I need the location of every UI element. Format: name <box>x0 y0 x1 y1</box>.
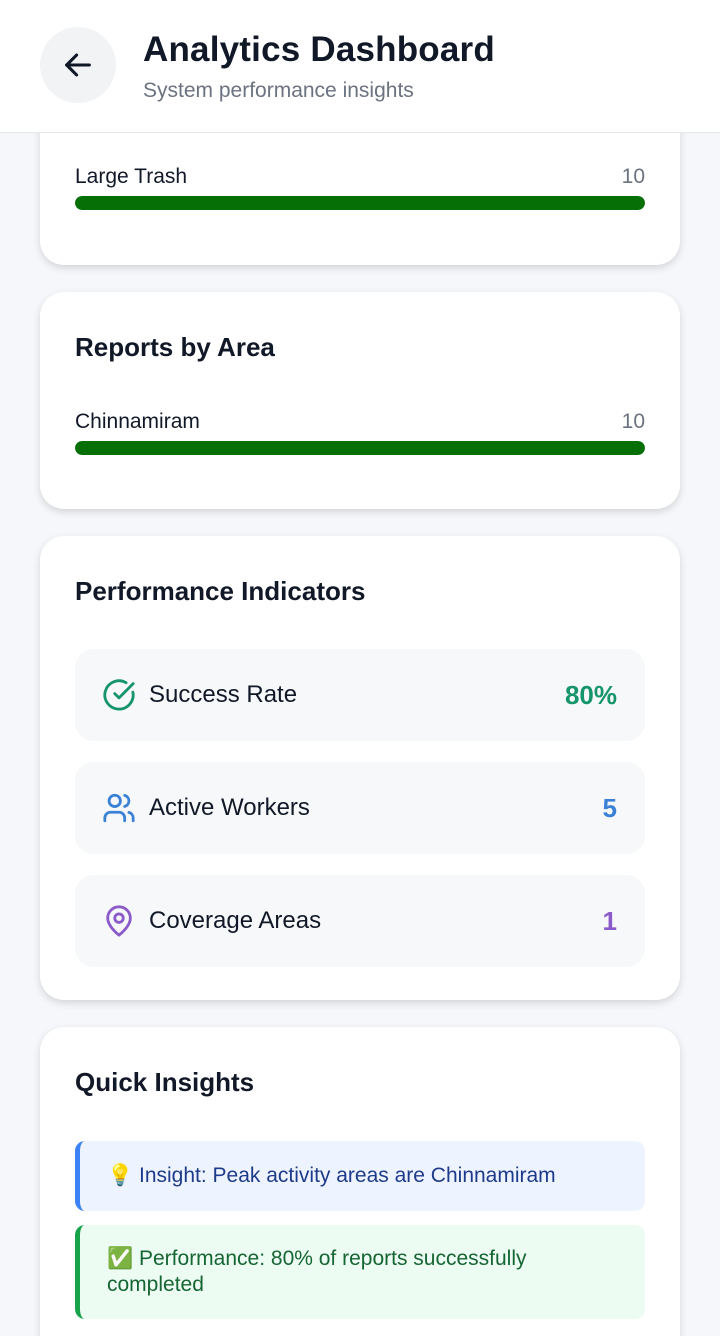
page-subtitle: System performance insights <box>143 79 414 102</box>
card-title: Performance Indicators <box>75 576 366 606</box>
bar-label: Large Trash <box>75 165 188 188</box>
metric-value: 5 <box>602 793 617 823</box>
page-title: Analytics Dashboard <box>143 30 495 69</box>
metric-value: 1 <box>602 906 617 936</box>
metric-label: Success Rate <box>149 681 298 708</box>
bar-label: Chinnamiram <box>75 410 200 433</box>
card-title: Quick Insights <box>75 1067 255 1097</box>
performance-indicators-card: Performance Indicators Success Rate 80% … <box>40 536 680 1000</box>
insight-text: Performance: 80% of reports successfully… <box>107 1247 527 1296</box>
progress-bar-fill <box>75 441 645 455</box>
insight-performance: ✅ Performance: 80% of reports successful… <box>75 1225 645 1319</box>
metric-active-workers: Active Workers 5 <box>75 762 645 854</box>
progress-bar <box>75 441 645 455</box>
metric-label: Coverage Areas <box>149 907 322 934</box>
lightbulb-icon: 💡 <box>107 1164 134 1187</box>
quick-insights-card: Quick Insights 💡 Insight: Peak activity … <box>40 1027 680 1336</box>
metric-success-rate: Success Rate 80% <box>75 649 645 741</box>
progress-bar-fill <box>75 196 645 210</box>
card-title: Reports by Area <box>75 332 275 362</box>
metric-coverage-areas: Coverage Areas 1 <box>75 875 645 967</box>
users-icon <box>103 793 135 823</box>
check-mark-icon: ✅ <box>107 1247 134 1270</box>
check-circle-icon <box>103 679 135 711</box>
insight-peak-activity: 💡 Insight: Peak activity areas are Chinn… <box>75 1141 645 1211</box>
bar-value: 10 <box>621 165 645 188</box>
insight-text: Insight: Peak activity areas are Chinnam… <box>139 1164 556 1187</box>
app-header: Analytics Dashboard System performance i… <box>0 0 720 133</box>
arrow-left-icon <box>65 53 91 77</box>
back-button[interactable] <box>40 27 116 103</box>
metric-label: Active Workers <box>149 794 310 821</box>
metric-value: 80% <box>564 680 617 710</box>
reports-by-area-card: Reports by Area Chinnamiram 10 <box>40 292 680 509</box>
map-pin-icon <box>106 905 132 937</box>
progress-bar <box>75 196 645 210</box>
bar-value: 10 <box>621 410 645 433</box>
